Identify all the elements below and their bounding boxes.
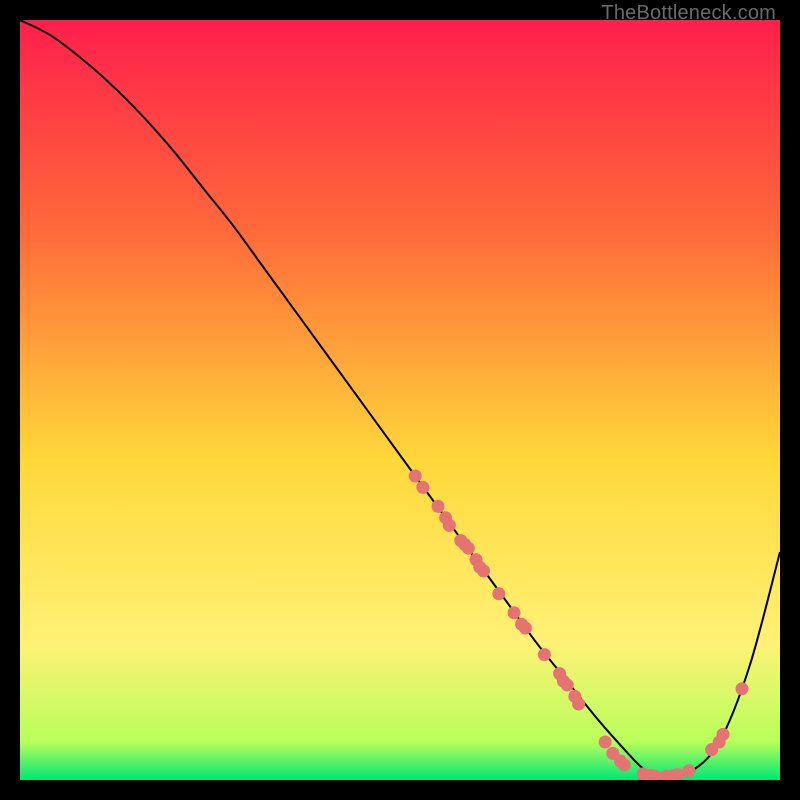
highlighted-point — [508, 606, 521, 619]
highlighted-point — [561, 679, 574, 692]
highlighted-point — [462, 542, 475, 555]
highlighted-point — [682, 764, 695, 777]
highlighted-point — [736, 682, 749, 695]
highlighted-point — [477, 565, 490, 578]
highlighted-point — [717, 728, 730, 741]
highlighted-point — [519, 622, 532, 635]
highlighted-point — [538, 648, 551, 661]
highlighted-point — [443, 519, 456, 532]
highlighted-point — [618, 758, 631, 771]
chart-frame — [20, 20, 780, 780]
highlighted-point — [432, 500, 445, 513]
highlighted-point — [599, 736, 612, 749]
highlighted-point — [416, 481, 429, 494]
highlighted-point — [572, 698, 585, 711]
highlighted-point — [409, 470, 422, 483]
bottleneck-chart — [20, 20, 780, 780]
gradient-background — [20, 20, 780, 780]
highlighted-point — [492, 587, 505, 600]
